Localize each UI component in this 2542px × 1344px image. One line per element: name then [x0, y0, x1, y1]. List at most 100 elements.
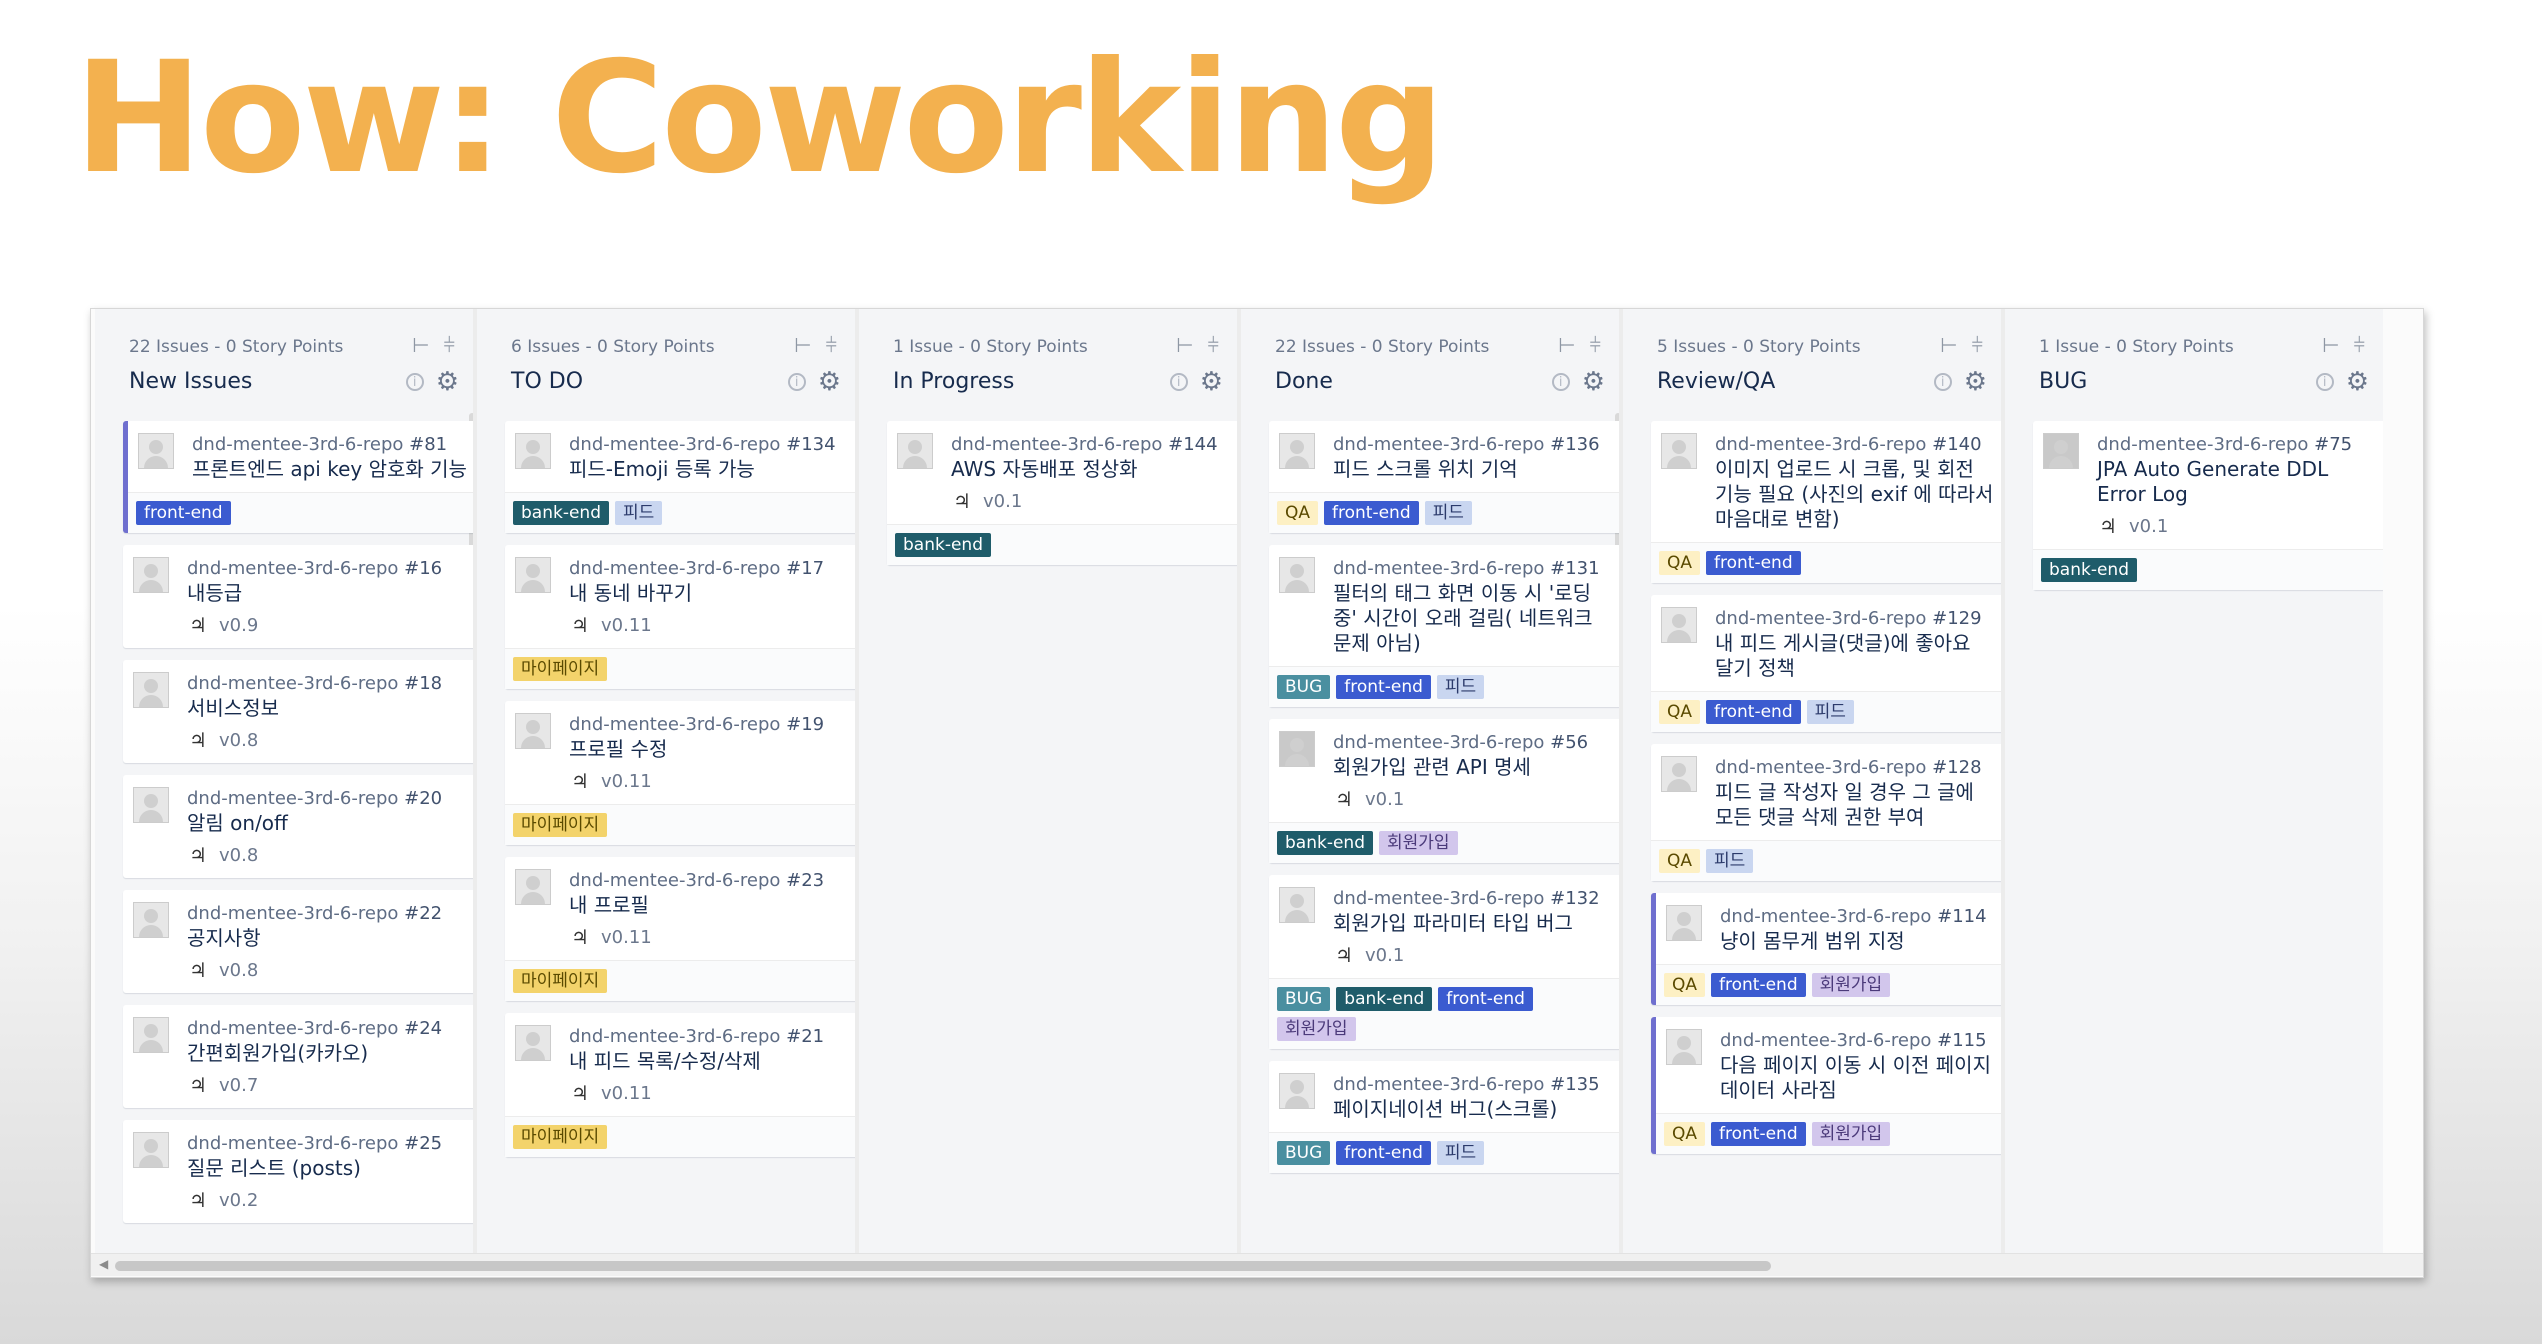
issue-label[interactable]: 피드	[1436, 1141, 1485, 1165]
issue-label[interactable]: bank-end	[1277, 831, 1373, 855]
gear-icon[interactable]: ⚙	[1964, 369, 1987, 395]
gear-icon[interactable]: ⚙	[1582, 369, 1605, 395]
collapse-icon[interactable]: ⊢	[2322, 335, 2339, 355]
issue-label[interactable]: front-end	[1706, 551, 1801, 575]
issue-card[interactable]: dnd-mentee-3rd-6-repo #114 냥이 몸무게 범위 지정 QA…	[1651, 893, 2001, 1005]
issue-label[interactable]: BUG	[1277, 675, 1331, 699]
issue-label[interactable]: front-end	[1336, 675, 1431, 699]
collapse-icon[interactable]: ⊢	[412, 335, 429, 355]
expand-icon[interactable]: ⫩	[826, 335, 837, 355]
info-icon[interactable]: i	[405, 373, 424, 391]
issue-label[interactable]: front-end	[1324, 501, 1419, 525]
issue-key[interactable]: dnd-mentee-3rd-6-repo #144	[951, 433, 1231, 457]
issue-key[interactable]: dnd-mentee-3rd-6-repo #22	[187, 902, 467, 926]
issue-label[interactable]: 마이페이지	[513, 1125, 608, 1149]
issue-key[interactable]: dnd-mentee-3rd-6-repo #136	[1333, 433, 1613, 457]
issue-label[interactable]: QA	[1659, 700, 1701, 724]
issue-label[interactable]: front-end	[1711, 973, 1806, 997]
issue-key[interactable]: dnd-mentee-3rd-6-repo #19	[569, 713, 849, 737]
issue-card[interactable]: dnd-mentee-3rd-6-repo #22 공지사항 ♃ v0.8	[123, 890, 473, 993]
issue-key[interactable]: dnd-mentee-3rd-6-repo #132	[1333, 887, 1613, 911]
issue-label[interactable]: QA	[1659, 849, 1701, 873]
collapse-icon[interactable]: ⊢	[794, 335, 811, 355]
info-icon[interactable]: i	[1169, 373, 1188, 391]
issue-label[interactable]: 마이페이지	[513, 813, 608, 837]
issue-card[interactable]: dnd-mentee-3rd-6-repo #140 이미지 업로드 시 크롭, …	[1651, 421, 2001, 583]
issue-label[interactable]: BUG	[1277, 1141, 1331, 1165]
issue-label[interactable]: 피드	[1436, 675, 1485, 699]
gear-icon[interactable]: ⚙	[1200, 369, 1223, 395]
issue-label[interactable]: 피드	[1424, 501, 1472, 525]
issue-card[interactable]: dnd-mentee-3rd-6-repo #132 회원가입 파라미터 타입 버…	[1269, 875, 1619, 1049]
issue-label[interactable]: 회원가입	[1277, 1017, 1356, 1041]
issue-label[interactable]: front-end	[1711, 1122, 1806, 1146]
issue-label[interactable]: bank-end	[513, 501, 609, 525]
collapse-icon[interactable]: ⊢	[1176, 335, 1193, 355]
issue-label[interactable]: front-end	[1438, 987, 1533, 1011]
issue-card[interactable]: dnd-mentee-3rd-6-repo #134 피드-Emoji 등록 가능…	[505, 421, 855, 533]
issue-card[interactable]: dnd-mentee-3rd-6-repo #135 페이지네이션 버그(스크롤)…	[1269, 1061, 1619, 1173]
issue-label[interactable]: 피드	[1806, 700, 1854, 724]
issue-card[interactable]: dnd-mentee-3rd-6-repo #17 내 동네 바꾸기 ♃ v0.11 마…	[505, 545, 855, 689]
issue-card[interactable]: dnd-mentee-3rd-6-repo #131 필터의 태그 화면 이동 시…	[1269, 545, 1619, 707]
info-icon[interactable]: i	[787, 373, 806, 391]
issue-key[interactable]: dnd-mentee-3rd-6-repo #25	[187, 1132, 467, 1156]
issue-card[interactable]: dnd-mentee-3rd-6-repo #56 회원가입 관련 API 명세 ♃…	[1269, 719, 1619, 863]
issue-label[interactable]: 회원가입	[1811, 1122, 1891, 1146]
issue-key[interactable]: dnd-mentee-3rd-6-repo #81	[192, 433, 467, 457]
issue-label[interactable]: QA	[1664, 1122, 1706, 1146]
issue-card[interactable]: dnd-mentee-3rd-6-repo #136 피드 스크롤 위치 기억 QA…	[1269, 421, 1619, 533]
issue-label[interactable]: BUG	[1277, 987, 1331, 1011]
issue-key[interactable]: dnd-mentee-3rd-6-repo #134	[569, 433, 849, 457]
info-icon[interactable]: i	[1933, 373, 1952, 391]
issue-label[interactable]: 회원가입	[1811, 973, 1891, 997]
issue-card[interactable]: dnd-mentee-3rd-6-repo #81 프론트엔드 api key 암…	[123, 421, 473, 533]
issue-label[interactable]: front-end	[1706, 700, 1801, 724]
issue-card[interactable]: dnd-mentee-3rd-6-repo #23 내 프로필 ♃ v0.11 마이페이…	[505, 857, 855, 1001]
issue-card[interactable]: dnd-mentee-3rd-6-repo #24 간편회원가입(카카오) ♃ v0.…	[123, 1005, 473, 1108]
collapse-icon[interactable]: ⊢	[1558, 335, 1575, 355]
issue-label[interactable]: 마이페이지	[513, 969, 608, 993]
issue-label[interactable]: front-end	[136, 501, 231, 525]
issue-card[interactable]: dnd-mentee-3rd-6-repo #25 질문 리스트 (posts) ♃…	[123, 1120, 473, 1223]
expand-icon[interactable]: ⫩	[1208, 335, 1219, 355]
issue-key[interactable]: dnd-mentee-3rd-6-repo #115	[1720, 1029, 1995, 1053]
collapse-icon[interactable]: ⊢	[1940, 335, 1957, 355]
issue-card[interactable]: dnd-mentee-3rd-6-repo #129 내 피드 게시글(댓글)에 …	[1651, 595, 2001, 732]
expand-icon[interactable]: ⫩	[1590, 335, 1601, 355]
scrollbar-thumb[interactable]	[115, 1261, 1771, 1271]
issue-label[interactable]: bank-end	[895, 533, 991, 557]
gear-icon[interactable]: ⚙	[2346, 369, 2369, 395]
issue-label[interactable]: 마이페이지	[513, 657, 608, 681]
issue-key[interactable]: dnd-mentee-3rd-6-repo #23	[569, 869, 849, 893]
issue-key[interactable]: dnd-mentee-3rd-6-repo #114	[1720, 905, 1995, 929]
issue-key[interactable]: dnd-mentee-3rd-6-repo #131	[1333, 557, 1613, 581]
issue-key[interactable]: dnd-mentee-3rd-6-repo #17	[569, 557, 849, 581]
issue-key[interactable]: dnd-mentee-3rd-6-repo #18	[187, 672, 467, 696]
issue-key[interactable]: dnd-mentee-3rd-6-repo #128	[1715, 756, 1995, 780]
horizontal-scrollbar[interactable]: ◀	[91, 1253, 2423, 1276]
issue-label[interactable]: front-end	[1336, 1141, 1431, 1165]
scroll-left-arrow-icon[interactable]: ◀	[99, 1257, 108, 1271]
issue-label[interactable]: 회원가입	[1379, 831, 1458, 855]
expand-icon[interactable]: ⫩	[2354, 335, 2365, 355]
issue-label[interactable]: 피드	[1706, 849, 1754, 873]
issue-card[interactable]: dnd-mentee-3rd-6-repo #21 내 피드 목록/수정/삭제 ♃ v…	[505, 1013, 855, 1157]
issue-key[interactable]: dnd-mentee-3rd-6-repo #16	[187, 557, 467, 581]
gear-icon[interactable]: ⚙	[818, 369, 841, 395]
issue-key[interactable]: dnd-mentee-3rd-6-repo #75	[2097, 433, 2377, 457]
issue-key[interactable]: dnd-mentee-3rd-6-repo #24	[187, 1017, 467, 1041]
issue-key[interactable]: dnd-mentee-3rd-6-repo #135	[1333, 1073, 1613, 1097]
issue-key[interactable]: dnd-mentee-3rd-6-repo #21	[569, 1025, 849, 1049]
issue-card[interactable]: dnd-mentee-3rd-6-repo #115 다음 페이지 이동 시 이전…	[1651, 1017, 2001, 1154]
issue-label[interactable]: 피드	[615, 501, 663, 525]
issue-card[interactable]: dnd-mentee-3rd-6-repo #19 프로필 수정 ♃ v0.11 마이페…	[505, 701, 855, 845]
issue-card[interactable]: dnd-mentee-3rd-6-repo #75 JPA Auto Genera…	[2033, 421, 2383, 590]
info-icon[interactable]: i	[1551, 373, 1570, 391]
issue-card[interactable]: dnd-mentee-3rd-6-repo #16 내등급 ♃ v0.9	[123, 545, 473, 648]
issue-card[interactable]: dnd-mentee-3rd-6-repo #20 알림 on/off ♃ v0.8	[123, 775, 473, 878]
expand-icon[interactable]: ⫩	[444, 335, 455, 355]
issue-key[interactable]: dnd-mentee-3rd-6-repo #56	[1333, 731, 1613, 755]
gear-icon[interactable]: ⚙	[436, 369, 459, 395]
issue-key[interactable]: dnd-mentee-3rd-6-repo #20	[187, 787, 467, 811]
